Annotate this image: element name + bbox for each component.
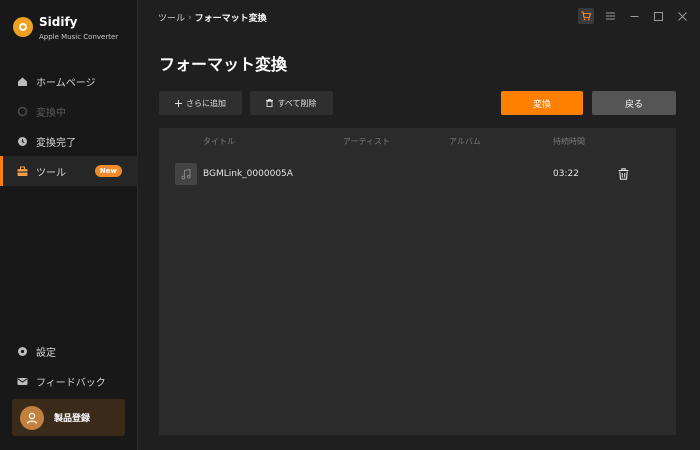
column-header-title: タイトル bbox=[203, 137, 235, 146]
register-label: 製品登録 bbox=[54, 414, 91, 424]
sidebar-item-label: フィードバック bbox=[36, 377, 106, 389]
maximize-icon[interactable] bbox=[650, 8, 666, 24]
user-avatar-icon bbox=[20, 405, 44, 430]
register-button[interactable]: 製品登録 bbox=[12, 399, 125, 436]
sidebar-item-home[interactable]: ホームページ bbox=[0, 66, 138, 96]
sidebar-item-label: ツール bbox=[36, 167, 66, 179]
cart-icon[interactable] bbox=[578, 8, 594, 24]
track-title: BGMLink_0000005A bbox=[203, 169, 293, 179]
toolbox-icon bbox=[17, 166, 28, 177]
breadcrumb-separator: › bbox=[188, 12, 192, 23]
back-button[interactable]: 戻る bbox=[592, 91, 676, 115]
close-icon[interactable] bbox=[674, 8, 690, 24]
breadcrumb-current: フォーマット変換 bbox=[194, 14, 267, 24]
convert-label: 変換 bbox=[532, 99, 551, 110]
breadcrumb: ツール › フォーマット変換 bbox=[158, 11, 267, 25]
sidebar-item-label: 変換中 bbox=[36, 107, 66, 119]
window-controls bbox=[570, 8, 690, 24]
track-list-header: タイトル アーティスト アルバム 持続時間 bbox=[159, 128, 676, 154]
plus-icon bbox=[175, 99, 182, 107]
sidebar: Sidify Apple Music Converter ホームページ 変換中 bbox=[0, 0, 138, 450]
menu-icon[interactable] bbox=[602, 8, 618, 24]
delete-track-icon[interactable] bbox=[617, 167, 629, 181]
minimize-icon[interactable] bbox=[626, 8, 642, 24]
sidebar-item-feedback[interactable]: フィードバック bbox=[0, 366, 138, 396]
home-icon bbox=[17, 76, 28, 87]
add-more-button[interactable]: さらに追加 bbox=[159, 91, 242, 115]
sidebar-bottom-nav: 設定 フィードバック bbox=[0, 336, 138, 396]
track-duration: 03:22 bbox=[553, 169, 579, 179]
delete-all-label: すべて削除 bbox=[277, 98, 317, 108]
sidebar-item-label: 設定 bbox=[36, 347, 56, 359]
track-list: タイトル アーティスト アルバム 持続時間 BGMLink_0000005A 0… bbox=[159, 128, 676, 435]
sidebar-item-label: 変換完了 bbox=[36, 137, 76, 149]
title-bar: ツール › フォーマット変換 bbox=[138, 0, 700, 34]
breadcrumb-parent[interactable]: ツール bbox=[158, 11, 185, 24]
sidify-logo-icon bbox=[13, 17, 33, 37]
music-note-icon bbox=[175, 163, 197, 185]
table-row[interactable]: BGMLink_0000005A 03:22 bbox=[159, 158, 676, 196]
clock-icon bbox=[17, 136, 28, 147]
add-more-label: さらに追加 bbox=[186, 98, 226, 108]
sidebar-item-tools[interactable]: ツール New bbox=[0, 156, 138, 186]
app-window: Sidify Apple Music Converter ホームページ 変換中 bbox=[0, 0, 700, 450]
column-header-album: アルバム bbox=[449, 137, 481, 146]
sidebar-item-settings[interactable]: 設定 bbox=[0, 336, 138, 366]
brand: Sidify Apple Music Converter bbox=[13, 14, 118, 42]
delete-all-button[interactable]: すべて削除 bbox=[250, 91, 333, 115]
sidebar-item-label: ホームページ bbox=[36, 77, 96, 89]
sidebar-item-converted[interactable]: 変換完了 bbox=[0, 126, 138, 156]
column-header-duration: 持続時間 bbox=[553, 137, 585, 146]
sidebar-item-converting[interactable]: 変換中 bbox=[0, 96, 138, 126]
convert-button[interactable]: 変換 bbox=[501, 91, 583, 115]
brand-name: Sidify bbox=[39, 15, 78, 29]
gear-icon bbox=[17, 346, 28, 357]
trash-icon bbox=[266, 99, 274, 107]
converting-icon bbox=[17, 106, 28, 117]
brand-subtitle: Apple Music Converter bbox=[39, 33, 119, 41]
page-title: フォーマット変換 bbox=[159, 55, 288, 74]
column-header-artist: アーティスト bbox=[343, 137, 391, 146]
main-content: フォーマット変換 さらに追加 すべて削除 変換 戻る タイトル アーティスト ア… bbox=[138, 34, 700, 450]
back-label: 戻る bbox=[624, 99, 643, 110]
new-badge: New bbox=[94, 165, 122, 177]
sidebar-nav: ホームページ 変換中 変換完了 ツール New bbox=[0, 66, 138, 186]
mail-icon bbox=[17, 376, 28, 387]
